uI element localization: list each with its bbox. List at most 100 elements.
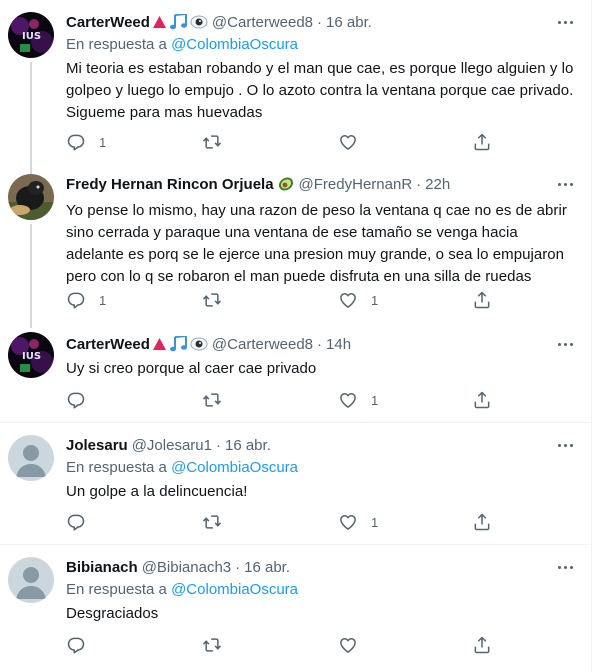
- user-handle[interactable]: @FredyHernanR: [299, 176, 413, 193]
- reply-icon: [67, 637, 85, 654]
- heart-icon: [340, 135, 356, 150]
- like-button[interactable]: 1: [338, 390, 378, 410]
- red-triangle-icon: [152, 16, 166, 28]
- svg-text:IUS: IUS: [22, 351, 41, 362]
- tweet-text: Uy si creo porque al caer cae privado: [66, 360, 317, 377]
- avatar[interactable]: [8, 174, 54, 220]
- eye-icon: [190, 337, 208, 351]
- like-count: 1: [371, 514, 379, 530]
- display-name[interactable]: CarterWeed: [66, 336, 150, 353]
- thread-line: [30, 318, 32, 328]
- heart-icon: [340, 515, 356, 530]
- reply-to-link[interactable]: @ColombiaOscura: [171, 581, 298, 598]
- reply-to-link[interactable]: @ColombiaOscura: [171, 36, 298, 53]
- reply-prefix: En respuesta a: [66, 36, 167, 53]
- like-count: 1: [371, 292, 379, 308]
- share-button[interactable]: [472, 390, 492, 410]
- music-notes-icon: [169, 14, 187, 30]
- avatar[interactable]: IUS: [8, 12, 54, 58]
- red-triangle-icon: [152, 338, 166, 350]
- user-handle[interactable]: @Jolesaru1: [132, 437, 212, 454]
- display-name[interactable]: Bibianach: [66, 559, 138, 576]
- reply-icon: [67, 292, 85, 309]
- retweet-icon: [202, 515, 222, 529]
- separator-dot: ·: [317, 13, 323, 31]
- tweet[interactable]: IUS CarterWeed @Carterweed8 · 16 abr. En…: [0, 0, 592, 166]
- share-button[interactable]: [472, 512, 492, 532]
- svg-text:IUS: IUS: [22, 31, 41, 42]
- tweet-actions: 1: [66, 512, 592, 532]
- avatar[interactable]: [8, 557, 54, 603]
- tweet-header: CarterWeed @Carterweed8 · 16 abr.: [66, 12, 574, 32]
- tweet[interactable]: Fredy Hernan Rincon Orjuela @FredyHernan…: [0, 166, 592, 318]
- reply-icon: [67, 392, 85, 409]
- timestamp[interactable]: 16 abr.: [225, 437, 271, 454]
- timestamp[interactable]: 22h: [425, 176, 450, 193]
- tweet[interactable]: Bibianach @Bibianach3 · 16 abr. En respu…: [0, 545, 592, 672]
- tweet[interactable]: Jolesaru @Jolesaru1 · 16 abr. En respues…: [0, 423, 592, 544]
- tweet-text: Mi teoria es estaban robando y el man qu…: [66, 60, 574, 121]
- like-button[interactable]: 1: [338, 290, 378, 310]
- share-button[interactable]: [472, 132, 492, 152]
- tweet-actions: 1: [66, 390, 592, 410]
- reply-button[interactable]: [66, 635, 99, 655]
- share-button[interactable]: [472, 290, 492, 310]
- like-button[interactable]: [338, 635, 371, 655]
- tweet-actions: 1 1: [66, 290, 592, 310]
- avatar[interactable]: [8, 435, 54, 481]
- retweet-button[interactable]: [202, 512, 235, 532]
- thread-line: [30, 62, 32, 166]
- timestamp[interactable]: 16 abr.: [326, 14, 372, 31]
- tweet[interactable]: IUS CarterWeed @Carterweed8 · 14h Uy si …: [0, 318, 592, 422]
- retweet-button[interactable]: [202, 390, 235, 410]
- more-options-button[interactable]: [556, 176, 574, 192]
- separator-dot: ·: [416, 175, 422, 193]
- replying-to: En respuesta a @ColombiaOscura: [66, 581, 574, 601]
- display-name[interactable]: CarterWeed: [66, 14, 150, 31]
- more-options-button[interactable]: [556, 336, 574, 352]
- reply-prefix: En respuesta a: [66, 459, 167, 476]
- user-handle[interactable]: @Carterweed8: [212, 336, 313, 353]
- reply-to-link[interactable]: @ColombiaOscura: [171, 459, 298, 476]
- retweet-button[interactable]: [202, 290, 235, 310]
- tweet-header: Bibianach @Bibianach3 · 16 abr.: [66, 557, 574, 577]
- thread-line: [30, 166, 32, 174]
- avocado-icon: [277, 176, 295, 192]
- retweet-button[interactable]: [202, 132, 235, 152]
- timestamp[interactable]: 16 abr.: [244, 559, 290, 576]
- reply-button[interactable]: 1: [66, 132, 106, 152]
- reply-button[interactable]: [66, 390, 99, 410]
- reply-count: 1: [99, 134, 107, 150]
- tweet-actions: 1: [66, 132, 592, 152]
- reply-icon: [67, 514, 85, 531]
- separator-dot: ·: [235, 558, 241, 576]
- retweet-icon: [202, 293, 222, 307]
- user-handle[interactable]: @Carterweed8: [212, 14, 313, 31]
- reply-button[interactable]: 1: [66, 290, 106, 310]
- display-name[interactable]: Jolesaru: [66, 437, 128, 454]
- share-icon: [474, 291, 490, 309]
- tweet-actions: [66, 635, 592, 655]
- share-button[interactable]: [472, 635, 492, 655]
- more-options-button[interactable]: [556, 14, 574, 30]
- avatar[interactable]: IUS: [8, 332, 54, 378]
- tweet-text: Un golpe a la delincuencia!: [66, 483, 248, 500]
- like-button[interactable]: [338, 132, 371, 152]
- share-icon: [474, 391, 490, 409]
- more-options-button[interactable]: [556, 559, 574, 575]
- reply-button[interactable]: [66, 512, 99, 532]
- timestamp[interactable]: 14h: [326, 336, 351, 353]
- user-handle[interactable]: @Bibianach3: [142, 559, 231, 576]
- display-name[interactable]: Fredy Hernan Rincon Orjuela: [66, 176, 274, 193]
- like-count: 1: [371, 392, 379, 408]
- share-icon: [474, 133, 490, 151]
- eye-icon: [190, 15, 208, 29]
- like-button[interactable]: 1: [338, 512, 378, 532]
- heart-icon: [340, 393, 356, 408]
- more-options-button[interactable]: [556, 437, 574, 453]
- replying-to: En respuesta a @ColombiaOscura: [66, 459, 574, 479]
- retweet-button[interactable]: [202, 635, 235, 655]
- share-icon: [474, 513, 490, 531]
- tweet-text: Desgraciados: [66, 605, 159, 622]
- tweet-text: Yo pense lo mismo, hay una razon de peso…: [66, 202, 567, 285]
